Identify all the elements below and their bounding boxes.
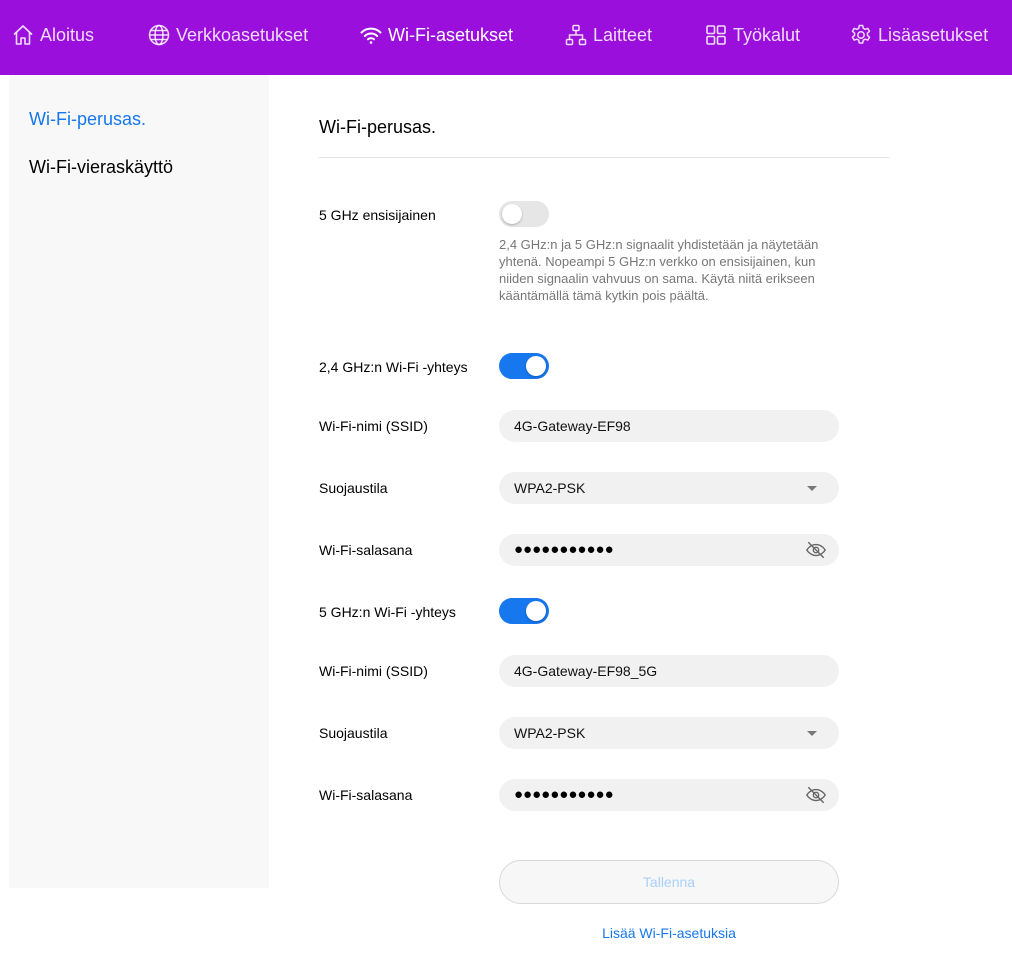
toggle-knob (502, 204, 522, 224)
nav-label: Työkalut (733, 24, 801, 45)
ssid-24-label: Wi-Fi-nimi (SSID) (319, 418, 428, 434)
password-5-label: Wi-Fi-salasana (319, 787, 413, 803)
nav-label: Aloitus (40, 24, 95, 45)
wifi-5-label: 5 GHz:n Wi-Fi -yhteys (319, 604, 456, 620)
eye-off-icon[interactable] (805, 539, 827, 561)
password-24-label: Wi-Fi-salasana (319, 542, 413, 558)
nav-item-wifi-settings[interactable]: Wi-Fi-asetukset (358, 0, 513, 70)
eye-off-icon[interactable] (805, 784, 827, 806)
chevron-down-icon (807, 731, 817, 736)
nav-item-network-settings[interactable]: Verkkoasetukset (146, 0, 308, 70)
more-wifi-settings-link[interactable]: Lisää Wi-Fi-asetuksia (499, 925, 839, 941)
wifi-icon (358, 22, 384, 48)
security-24-value: WPA2-PSK (514, 480, 586, 496)
top-navigation: Aloitus Verkkoasetukset Wi-Fi-asetukset … (0, 0, 1012, 75)
sidebar-item-wifi-basic[interactable]: Wi-Fi-perusas. (29, 109, 146, 130)
nav-item-home[interactable]: Aloitus (10, 0, 94, 70)
nav-label: Laitteet (593, 24, 653, 45)
password-24-field[interactable]: ●●●●●●●●●●● (499, 534, 839, 566)
band-priority-toggle[interactable] (499, 201, 549, 227)
save-button[interactable]: Tallenna (499, 860, 839, 904)
ssid-5-label: Wi-Fi-nimi (SSID) (319, 663, 428, 679)
security-5-select[interactable]: WPA2-PSK (499, 717, 839, 749)
nav-item-tools[interactable]: Työkalut (703, 0, 800, 70)
toggle-knob (526, 601, 546, 621)
gear-icon (848, 22, 874, 48)
home-icon (10, 22, 36, 48)
wifi-5-toggle[interactable] (499, 598, 549, 624)
tools-grid-icon (703, 22, 729, 48)
nav-item-devices[interactable]: Laitteet (563, 0, 652, 70)
ssid-24-input[interactable] (499, 410, 839, 442)
password-5-field[interactable]: ●●●●●●●●●●● (499, 779, 839, 811)
chevron-down-icon (807, 486, 817, 491)
toggle-knob (526, 356, 546, 376)
nav-label: Verkkoasetukset (176, 24, 309, 45)
password-24-value: ●●●●●●●●●●● (514, 541, 614, 558)
page-title: Wi-Fi-perusas. (319, 117, 437, 137)
security-5-value: WPA2-PSK (514, 725, 586, 741)
ssid-24-field[interactable] (499, 410, 839, 442)
network-devices-icon (563, 22, 589, 48)
band-priority-label: 5 GHz ensisijainen (319, 207, 436, 223)
security-24-label: Suojaustila (319, 480, 388, 496)
ssid-5-input[interactable] (499, 655, 839, 687)
nav-label: Wi-Fi-asetukset (388, 24, 514, 45)
sidebar: Wi-Fi-perusas. Wi-Fi-vieraskäyttö (9, 75, 269, 888)
ssid-5-field[interactable] (499, 655, 839, 687)
password-5-value: ●●●●●●●●●●● (514, 786, 614, 803)
nav-label: Lisäasetukset (878, 24, 989, 45)
divider (319, 157, 889, 158)
security-5-label: Suojaustila (319, 725, 388, 741)
wifi-24-label: 2,4 GHz:n Wi-Fi -yhteys (319, 359, 468, 375)
globe-icon (146, 22, 172, 48)
security-24-select[interactable]: WPA2-PSK (499, 472, 839, 504)
wifi-24-toggle[interactable] (499, 353, 549, 379)
band-priority-description: 2,4 GHz:n ja 5 GHz:n signaalit yhdistetä… (499, 237, 819, 303)
nav-item-advanced-settings[interactable]: Lisäasetukset (848, 0, 988, 70)
sidebar-item-wifi-guest[interactable]: Wi-Fi-vieraskäyttö (29, 157, 173, 178)
